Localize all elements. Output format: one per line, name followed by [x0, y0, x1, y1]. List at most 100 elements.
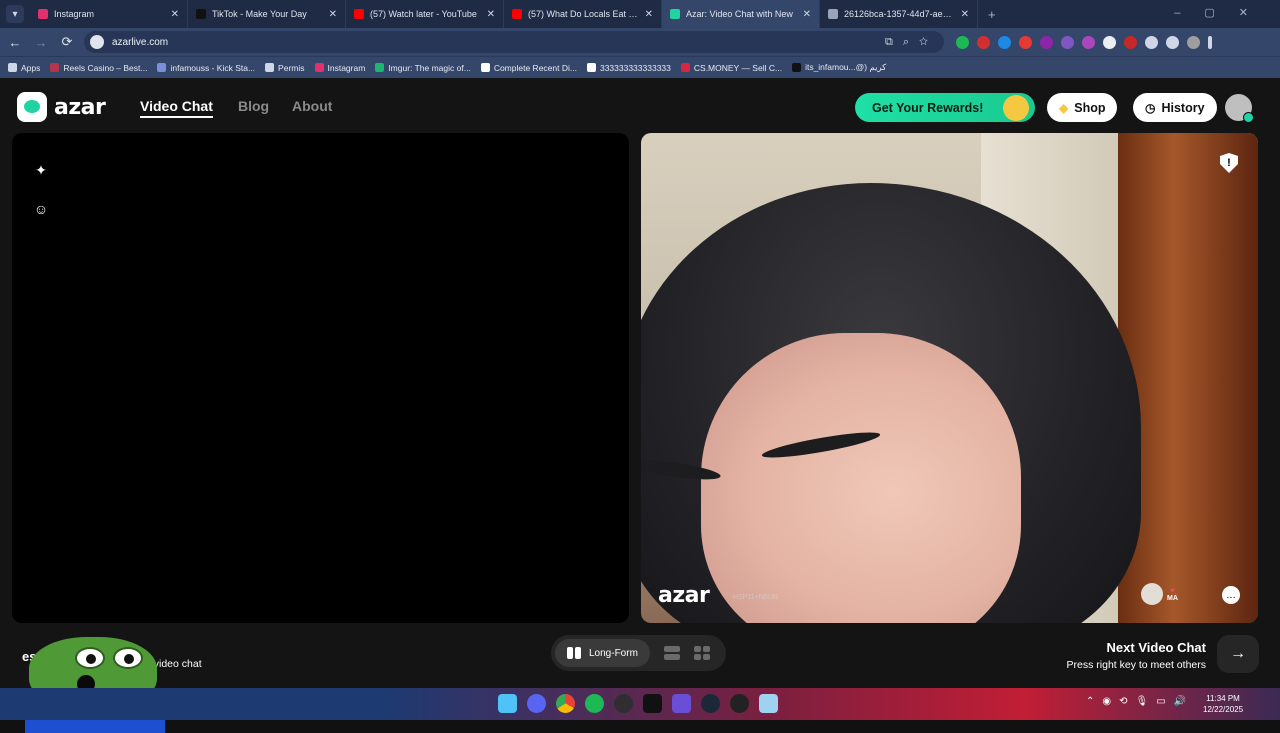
bookmark-item[interactable]: Complete Recent Di...	[480, 63, 577, 73]
tab-title: 26126bca-1357-44d7-aeda-44	[844, 9, 955, 19]
browser-tab[interactable]: (57) Watch later - YouTube ✕	[346, 0, 504, 28]
nav-video-chat[interactable]: Video Chat	[140, 98, 213, 118]
tab-close-icon[interactable]: ✕	[961, 9, 969, 20]
nav-about[interactable]: About	[292, 98, 332, 114]
extension-icon[interactable]	[977, 35, 990, 49]
calendar-app-icon[interactable]	[672, 694, 691, 713]
system-tray[interactable]: ⌃ ◉ ⟲ 🎙 ▭ 🔊	[1086, 696, 1186, 707]
extension-icon[interactable]	[1040, 35, 1053, 49]
tab-close-icon[interactable]: ✕	[487, 9, 495, 20]
bookmark-item[interactable]: infamouss - Kick Sta...	[157, 63, 255, 73]
partner-country: MA	[1167, 595, 1178, 602]
chrome-icon[interactable]	[556, 694, 575, 713]
kebab-menu-icon[interactable]	[1208, 35, 1212, 49]
bookmark-item[interactable]: 333333333333333	[586, 63, 671, 73]
back-arrow-icon[interactable]: ←	[4, 31, 26, 53]
person-face	[701, 333, 1021, 623]
next-chat-arrow-button[interactable]: →	[1217, 635, 1259, 673]
history-button[interactable]: ◷ History	[1133, 93, 1217, 122]
discord-tray-icon[interactable]: ◉	[1102, 696, 1111, 707]
tab-title: Azar: Video Chat with New	[686, 9, 793, 19]
browser-tab[interactable]: TikTok - Make Your Day ✕	[188, 0, 346, 28]
bookmark-label: Permis	[278, 62, 305, 73]
tab-favicon-icon	[670, 9, 680, 19]
extension-icon[interactable]	[1061, 35, 1074, 49]
site-info-icon[interactable]	[90, 35, 104, 49]
bookmark-icon	[314, 63, 324, 72]
extension-icon[interactable]	[1124, 35, 1137, 49]
pen-tool-icon[interactable]	[730, 694, 749, 713]
bookmark-item[interactable]: Imgur: The magic of...	[375, 63, 471, 73]
obs-icon[interactable]	[614, 694, 633, 713]
browser-tab[interactable]: (57) What Do Locals Eat in Mor ✕	[504, 0, 662, 28]
media-icon[interactable]	[1166, 35, 1179, 49]
extension-icon[interactable]	[956, 35, 969, 49]
face-filter-icon[interactable]: ☺	[32, 200, 50, 218]
chevron-up-icon[interactable]: ⌃	[1086, 696, 1094, 707]
chat-bubble-icon[interactable]: …	[1222, 586, 1240, 604]
url-text[interactable]: azarlive.com	[112, 37, 168, 48]
extension-icon[interactable]	[1103, 35, 1116, 49]
capcut-icon[interactable]	[643, 694, 662, 713]
discord-icon[interactable]	[527, 694, 546, 713]
bookmark-item[interactable]: Reels Casino – Best...	[50, 63, 147, 73]
sync-icon[interactable]: ⟲	[1119, 696, 1127, 707]
extension-icon[interactable]	[998, 35, 1011, 49]
remote-desktop-icon[interactable]	[759, 694, 778, 713]
display-icon[interactable]: ▭	[1156, 696, 1165, 707]
partner-avatar	[1141, 583, 1163, 605]
omnibox-actions[interactable]: ⧉⌕☆	[885, 36, 938, 49]
puzzle-icon[interactable]	[1145, 35, 1158, 49]
browser-tab[interactable]: Azar: Video Chat with New ✕	[662, 0, 820, 28]
reload-icon[interactable]: ⟳	[56, 31, 78, 53]
azar-logo-text: azar	[54, 94, 106, 120]
user-avatar[interactable]	[1225, 94, 1254, 123]
clock-icon: ◷	[1145, 100, 1156, 115]
forward-arrow-icon[interactable]: →	[30, 31, 52, 53]
extension-icon[interactable]	[1019, 35, 1032, 49]
next-chat-title: Next Video Chat	[1106, 640, 1206, 655]
bookmark-label: its_infamou...@) كريم	[805, 62, 887, 72]
rewards-button[interactable]: Get Your Rewards!	[855, 93, 1035, 122]
shop-button[interactable]: ◆ Shop	[1047, 93, 1118, 122]
tab-close-icon[interactable]: ✕	[171, 9, 179, 20]
microphone-icon[interactable]: 🎙	[1136, 696, 1149, 707]
tab-favicon-icon	[38, 9, 48, 19]
browser-tab[interactable]: Instagram ✕	[30, 0, 188, 28]
long-form-mode-button[interactable]: Long-Form	[555, 639, 650, 667]
stacked-layout-icon[interactable]	[663, 646, 680, 660]
window-controls[interactable]: –▢✕	[1174, 6, 1272, 19]
bookmark-item[interactable]: Permis	[265, 62, 305, 73]
sparkle-effects-icon[interactable]: ✦	[32, 161, 50, 179]
bookmark-item[interactable]: Instagram	[314, 63, 365, 73]
bookmark-label: Reels Casino – Best...	[63, 62, 148, 73]
address-bar[interactable]: azarlive.com ⧉⌕☆	[84, 31, 944, 53]
steam-icon[interactable]	[701, 694, 720, 713]
tab-close-icon[interactable]: ✕	[803, 9, 811, 20]
pepe-eye	[113, 647, 143, 669]
bottom-controls: esc d video chat Long-Form Next Video Ch…	[0, 633, 1280, 733]
browser-tab[interactable]: 26126bca-1357-44d7-aeda-44 ✕	[820, 0, 978, 28]
nav-blog[interactable]: Blog	[238, 98, 269, 114]
tab-title: (57) What Do Locals Eat in Mor	[528, 9, 639, 19]
bookmark-item[interactable]: Apps	[8, 63, 40, 73]
taskbar-clock[interactable]: 11:34 PM 12/22/2025	[1203, 693, 1243, 715]
tab-close-icon[interactable]: ✕	[645, 9, 653, 20]
gift-icon	[1003, 95, 1029, 121]
tab-search-button[interactable]: ▾	[6, 5, 24, 23]
spotify-icon[interactable]	[585, 694, 604, 713]
shop-label: Shop	[1074, 100, 1106, 115]
azar-logo[interactable]: azar	[17, 92, 106, 122]
profile-icon[interactable]	[1187, 35, 1200, 49]
tab-close-icon[interactable]: ✕	[329, 9, 337, 20]
bookmark-item[interactable]: its_infamou...@) كريم	[792, 62, 886, 73]
bookmark-item[interactable]: CS.MONEY — Sell C...	[680, 63, 782, 73]
grid-layout-icon[interactable]	[693, 646, 710, 660]
next-chat-subtitle: Press right key to meet others	[1066, 659, 1206, 671]
new-tab-button[interactable]: +	[988, 7, 996, 22]
video-azar-logo: azar	[658, 583, 710, 608]
windows-start-icon[interactable]	[498, 694, 517, 713]
volume-icon[interactable]: 🔊	[1174, 696, 1186, 707]
partner-info[interactable]: ♥ MA	[1141, 583, 1178, 605]
extension-icon[interactable]	[1082, 35, 1095, 49]
